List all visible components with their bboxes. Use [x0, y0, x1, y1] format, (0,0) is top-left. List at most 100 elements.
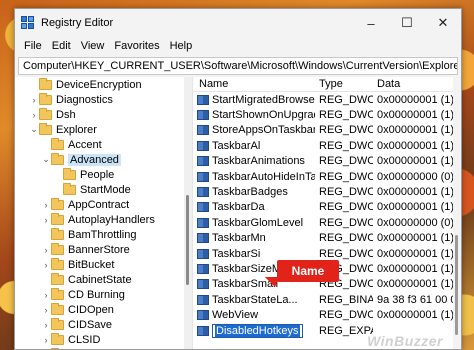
title-bar[interactable]: Registry Editor – ☐ ✕: [15, 9, 461, 37]
values-scrollbar[interactable]: [453, 77, 461, 349]
folder-icon: [51, 317, 64, 330]
menu-edit[interactable]: Edit: [47, 40, 76, 52]
menu-view[interactable]: View: [76, 40, 110, 52]
tree-item[interactable]: › AutoplayHandlers: [15, 212, 192, 227]
value-type-cell: REG_DWO...: [319, 309, 373, 322]
value-name: TaskbarAutoHideInTable...: [212, 170, 315, 183]
value-data-cell: 0x00000001 (1): [377, 139, 455, 152]
value-type-cell: REG_DWO...: [319, 232, 373, 245]
binary-value-icon: [197, 233, 209, 244]
column-header-name[interactable]: Name: [193, 78, 315, 90]
column-header-data[interactable]: Data: [373, 78, 461, 90]
value-row[interactable]: TaskbarAutoHideInTable... REG_DWO... 0x000…: [193, 169, 461, 184]
chevron-down-icon[interactable]: ⌄: [29, 124, 39, 135]
value-row[interactable]: TaskbarStateLa... REG_BINARY 9a 38 f3 61 0…: [193, 292, 461, 307]
tree-item[interactable]: › Dsh: [15, 107, 192, 122]
tree-item[interactable]: CabinetState: [15, 272, 192, 287]
value-type-cell: REG_DWO...: [319, 186, 373, 199]
binary-value-icon: [197, 217, 209, 228]
tree-item[interactable]: ⌄ Advanced: [15, 152, 192, 167]
tree-item[interactable]: Accent: [15, 137, 192, 152]
chevron-right-icon[interactable]: ›: [29, 95, 39, 105]
chevron-down-icon[interactable]: ⌄: [41, 154, 51, 165]
tree-item[interactable]: DeviceEncryption: [15, 77, 192, 92]
value-row[interactable]: TaskbarAnimations REG_DWO... 0x00000001 (1…: [193, 154, 461, 169]
value-row[interactable]: TaskbarMn REG_DWO... 0x00000001 (1): [193, 231, 461, 246]
chevron-right-icon[interactable]: ›: [41, 290, 51, 300]
value-row[interactable]: WebView REG_DWO... 0x00000001 (1): [193, 307, 461, 322]
tree-item[interactable]: BamThrottling: [15, 227, 192, 242]
chevron-right-icon[interactable]: ›: [41, 335, 51, 345]
close-button[interactable]: ✕: [425, 9, 461, 37]
value-row[interactable]: TaskbarBadges REG_DWO... 0x00000001 (1): [193, 184, 461, 199]
tree-scrollbar[interactable]: [184, 77, 192, 349]
folder-icon: [39, 77, 52, 90]
value-name-cell: TaskbarDa: [193, 201, 315, 213]
value-name: TaskbarStateLa...: [212, 293, 298, 306]
value-row[interactable]: TaskbarGlomLevel REG_DWO... 0x00000000 (0): [193, 215, 461, 230]
chevron-right-icon[interactable]: ›: [41, 200, 51, 210]
value-data-cell: 9a 38 f3 61 00 00: [377, 293, 461, 306]
tree-item-label: BitBucket: [68, 258, 115, 271]
menu-bar: File Edit View Favorites Help: [15, 37, 461, 55]
tree-item[interactable]: › BannerStore: [15, 242, 192, 257]
tree-item-label: CIDSave: [68, 318, 113, 331]
menu-file[interactable]: File: [19, 40, 47, 52]
chevron-right-icon[interactable]: ›: [41, 260, 51, 270]
value-name-cell: StoreAppsOnTaskbar: [193, 124, 315, 136]
tree-item[interactable]: ⌄ Explorer: [15, 122, 192, 137]
folder-icon: [51, 242, 64, 255]
tree-item[interactable]: › AppContract: [15, 197, 192, 212]
value-row[interactable]: TaskbarAl REG_DWO... 0x00000001 (1): [193, 138, 461, 153]
tree-item[interactable]: StartMode: [15, 182, 192, 197]
values-list: StartMigratedBrowserPin REG_DWO... 0x00000…: [193, 92, 461, 338]
folder-icon: [51, 212, 64, 225]
value-row[interactable]: StartMigratedBrowserPin REG_DWO... 0x00000…: [193, 92, 461, 107]
tree-item[interactable]: › CIDOpen: [15, 302, 192, 317]
value-name: TaskbarDa: [212, 201, 265, 214]
tree-item[interactable]: › CD Burning: [15, 287, 192, 302]
tree-item[interactable]: People: [15, 167, 192, 182]
tree-item-label: CIDOpen: [68, 303, 114, 316]
tree-scrollbar-thumb[interactable]: [186, 195, 189, 285]
value-name-cell: TaskbarBadges: [193, 186, 315, 198]
value-row[interactable]: TaskbarDa REG_DWO... 0x00000001 (1): [193, 200, 461, 215]
menu-favorites[interactable]: Favorites: [109, 40, 164, 52]
chevron-right-icon[interactable]: ›: [41, 215, 51, 225]
chevron-right-icon[interactable]: ›: [41, 245, 51, 255]
binary-value-icon: [197, 94, 209, 105]
chevron-right-icon[interactable]: ›: [41, 305, 51, 315]
chevron-right-icon[interactable]: ›: [41, 320, 51, 330]
value-type-cell: REG_DWO...: [319, 170, 373, 183]
tree-item[interactable]: › BitBucket: [15, 257, 192, 272]
maximize-button[interactable]: ☐: [389, 9, 425, 37]
address-bar[interactable]: Computer\HKEY_CURRENT_USER\Software\Micr…: [18, 57, 458, 75]
value-data-cell: 0x00000001 (1): [377, 309, 455, 322]
value-type-cell: REG_DWO...: [319, 201, 373, 214]
tree-item-label: BamThrottling: [68, 228, 137, 241]
binary-value-icon: [197, 310, 209, 321]
minimize-button[interactable]: –: [353, 9, 389, 37]
tree-item[interactable]: › CIDSave: [15, 317, 192, 332]
rename-input[interactable]: DisabledHotkeys: [212, 323, 303, 338]
value-type-cell: REG_DWO...: [319, 124, 373, 137]
value-row[interactable]: StartShownOnUpgrade REG_DWO... 0x00000001 …: [193, 107, 461, 122]
menu-help[interactable]: Help: [165, 40, 198, 52]
tree-item[interactable]: › Diagnostics: [15, 92, 192, 107]
values-pane: Name Type Data StartMigratedBrowserPin RE…: [193, 77, 461, 349]
tree-item-label: People: [80, 168, 115, 181]
value-name: TaskbarBadges: [212, 186, 288, 199]
tree-item[interactable]: › CLSID: [15, 332, 192, 347]
value-row[interactable]: StoreAppsOnTaskbar REG_DWO... 0x00000001 (…: [193, 123, 461, 138]
value-data-cell: 0x00000001 (1): [377, 262, 455, 275]
value-name-cell: DisabledHotkeys: [193, 323, 315, 338]
tree-item[interactable]: ›ComDlg32: [15, 347, 192, 349]
value-data-cell: 0x00000001 (1): [377, 124, 455, 137]
values-scrollbar-thumb[interactable]: [455, 235, 458, 335]
tree-item-label: Advanced: [68, 153, 121, 166]
chevron-right-icon[interactable]: ›: [29, 110, 39, 120]
folder-icon: [51, 332, 64, 345]
column-header-type[interactable]: Type: [315, 78, 373, 90]
value-row[interactable]: TaskbarSi REG_DWO... 0x00000001 (1): [193, 246, 461, 261]
tree-item-label: CD Burning: [68, 288, 125, 301]
